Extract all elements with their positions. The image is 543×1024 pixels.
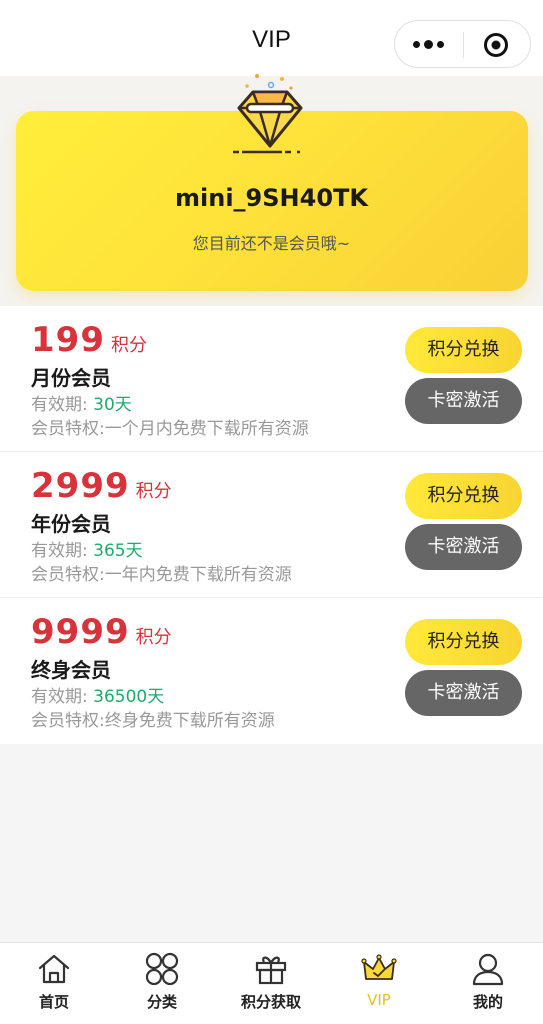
plan-price: 2999: [31, 466, 130, 506]
mini-program-capsule: [394, 20, 531, 68]
plan-price: 9999: [31, 612, 130, 652]
tab-vip[interactable]: VIP: [325, 943, 433, 1024]
tab-label: 积分获取: [240, 993, 301, 1011]
validity-label: 有效期:: [31, 395, 88, 415]
plan-price: 199: [31, 320, 105, 360]
plan-item-yearly: 2999 积分 年份会员 有效期: 365天 会员特权:一年内免费下载所有资源 积…: [0, 452, 543, 598]
tab-label: 我的: [472, 993, 503, 1011]
capsule-divider: [463, 32, 464, 58]
plan-item-monthly: 199 积分 月份会员 有效期: 30天 会员特权:一个月内免费下载所有资源 积分…: [0, 306, 543, 452]
plan-privilege: 会员特权:终身免费下载所有资源: [31, 711, 275, 731]
membership-status-text: 您目前还不是会员哦~: [192, 234, 351, 253]
plan-list: 199 积分 月份会员 有效期: 30天 会员特权:一个月内免费下载所有资源 积分…: [0, 306, 543, 744]
tab-category[interactable]: 分类: [108, 943, 216, 1024]
grid-circles-icon: [145, 952, 179, 986]
validity-value: 36500天: [93, 687, 165, 707]
redeem-points-button[interactable]: 积分兑换: [405, 473, 522, 519]
diamond-icon: [233, 74, 307, 154]
user-icon: [472, 953, 504, 986]
plan-privilege: 会员特权:一个月内免费下载所有资源: [31, 419, 309, 439]
validity-label: 有效期:: [31, 541, 88, 561]
validity-value: 365天: [93, 541, 143, 561]
tab-home[interactable]: 首页: [0, 943, 108, 1024]
tab-earn-points[interactable]: 积分获取: [217, 943, 325, 1024]
activate-card-button[interactable]: 卡密激活: [405, 378, 522, 424]
plan-item-lifetime: 9999 积分 终身会员 有效期: 36500天 会员特权:终身免费下载所有资源 …: [0, 598, 543, 744]
plan-validity: 有效期: 30天: [31, 390, 132, 415]
validity-label: 有效期:: [31, 687, 88, 707]
tab-label: 分类: [146, 993, 177, 1011]
price-row: 2999 积分: [31, 466, 172, 506]
price-row: 9999 积分: [31, 612, 172, 652]
plan-privilege: 会员特权:一年内免费下载所有资源: [31, 565, 292, 585]
redeem-points-button[interactable]: 积分兑换: [405, 619, 522, 665]
tab-label: VIP: [367, 991, 391, 1009]
vip-page: VIP mini_9SH40TK 您目前还不是会员哦~ 199 积分 月份会员 …: [0, 0, 543, 1024]
target-circle-icon[interactable]: [483, 32, 509, 58]
tab-label: 首页: [38, 993, 69, 1011]
plan-name: 月份会员: [31, 366, 111, 390]
plan-validity: 有效期: 36500天: [31, 682, 164, 707]
price-unit: 积分: [135, 627, 172, 648]
price-unit: 积分: [135, 481, 172, 502]
crown-icon: [361, 954, 397, 980]
plan-name: 年份会员: [31, 512, 111, 536]
validity-value: 30天: [93, 395, 132, 415]
more-dots-icon[interactable]: [413, 40, 445, 50]
plan-validity: 有效期: 365天: [31, 536, 143, 561]
price-row: 199 积分: [31, 320, 147, 360]
activate-card-button[interactable]: 卡密激活: [405, 670, 522, 716]
tab-mine[interactable]: 我的: [434, 943, 542, 1024]
home-icon: [38, 954, 70, 984]
gift-icon: [255, 956, 287, 985]
price-unit: 积分: [110, 335, 147, 356]
redeem-points-button[interactable]: 积分兑换: [405, 327, 522, 373]
bottom-tab-bar: 首页 分类 积分获取 VIP 我的: [0, 942, 543, 1024]
plan-name: 终身会员: [31, 658, 111, 682]
activate-card-button[interactable]: 卡密激活: [405, 524, 522, 570]
username: mini_9SH40TK: [175, 184, 368, 212]
